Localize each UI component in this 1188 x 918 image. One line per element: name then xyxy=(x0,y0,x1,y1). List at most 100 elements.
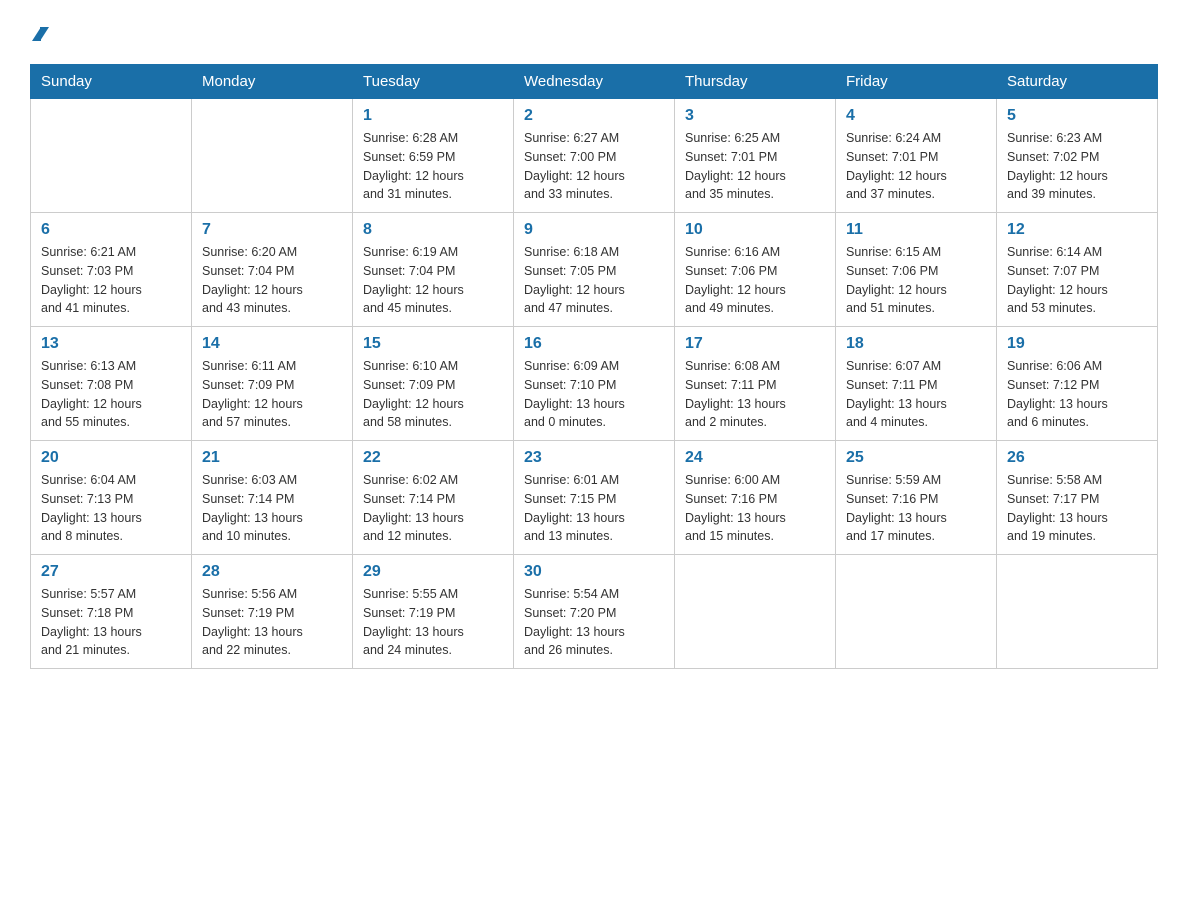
calendar-cell: 30Sunrise: 5:54 AM Sunset: 7:20 PM Dayli… xyxy=(514,555,675,669)
calendar-cell: 23 Sunrise: 6:01 AM Sunset: 7:15 PM Dayli… xyxy=(514,441,675,555)
calendar-cell: 21 Sunrise: 6:03 AM Sunset: 7:14 PM Dayli… xyxy=(192,441,353,555)
day-number: 29 xyxy=(363,563,503,581)
calendar-cell xyxy=(675,555,836,669)
day-number: 11 xyxy=(846,221,986,239)
logo-triangle-icon xyxy=(32,20,49,48)
day-number: 30 xyxy=(524,563,664,581)
day-info: Sunrise: 6:21 AM Sunset: 7:03 PM Dayligh… xyxy=(41,243,181,318)
calendar-cell: 7 Sunrise: 6:20 AM Sunset: 7:04 PM Daylig… xyxy=(192,213,353,327)
calendar-cell: 15Sunrise: 6:10 AM Sunset: 7:09 PM Dayli… xyxy=(353,327,514,441)
weekday-header-monday: Monday xyxy=(192,65,353,99)
calendar-cell: 17 Sunrise: 6:08 AM Sunset: 7:11 PM Dayli… xyxy=(675,327,836,441)
calendar-cell: 10 Sunrise: 6:16 AM Sunset: 7:06 PM Dayli… xyxy=(675,213,836,327)
calendar-cell: 18 Sunrise: 6:07 AM Sunset: 7:11 PM Dayli… xyxy=(836,327,997,441)
weekday-header-thursday: Thursday xyxy=(675,65,836,99)
day-number: 26 xyxy=(1007,449,1147,467)
calendar-cell: 11 Sunrise: 6:15 AM Sunset: 7:06 PM Dayli… xyxy=(836,213,997,327)
calendar-week-row: 13Sunrise: 6:13 AM Sunset: 7:08 PM Dayli… xyxy=(31,327,1158,441)
day-info: Sunrise: 6:23 AM Sunset: 7:02 PM Dayligh… xyxy=(1007,129,1147,204)
calendar-cell: 3Sunrise: 6:25 AM Sunset: 7:01 PM Daylig… xyxy=(675,99,836,213)
weekday-header-friday: Friday xyxy=(836,65,997,99)
calendar-cell: 19 Sunrise: 6:06 AM Sunset: 7:12 PM Dayli… xyxy=(997,327,1158,441)
day-info: Sunrise: 6:28 AM Sunset: 6:59 PM Dayligh… xyxy=(363,129,503,204)
day-number: 15 xyxy=(363,335,503,353)
day-number: 9 xyxy=(524,221,664,239)
day-number: 18 xyxy=(846,335,986,353)
day-info: Sunrise: 6:14 AM Sunset: 7:07 PM Dayligh… xyxy=(1007,243,1147,318)
day-number: 19 xyxy=(1007,335,1147,353)
calendar-cell xyxy=(31,99,192,213)
day-number: 25 xyxy=(846,449,986,467)
calendar-week-row: 27 Sunrise: 5:57 AM Sunset: 7:18 PM Dayli… xyxy=(31,555,1158,669)
calendar-cell: 8 Sunrise: 6:19 AM Sunset: 7:04 PM Daylig… xyxy=(353,213,514,327)
day-info: Sunrise: 6:04 AM Sunset: 7:13 PM Dayligh… xyxy=(41,471,181,546)
page-header xyxy=(30,20,1158,44)
weekday-header-saturday: Saturday xyxy=(997,65,1158,99)
weekday-header-tuesday: Tuesday xyxy=(353,65,514,99)
day-info: Sunrise: 6:06 AM Sunset: 7:12 PM Dayligh… xyxy=(1007,357,1147,432)
calendar-cell: 26 Sunrise: 5:58 AM Sunset: 7:17 PM Dayli… xyxy=(997,441,1158,555)
day-number: 21 xyxy=(202,449,342,467)
day-number: 1 xyxy=(363,107,503,125)
calendar-cell: 16 Sunrise: 6:09 AM Sunset: 7:10 PM Dayli… xyxy=(514,327,675,441)
day-number: 27 xyxy=(41,563,181,581)
calendar-cell: 25 Sunrise: 5:59 AM Sunset: 7:16 PM Dayli… xyxy=(836,441,997,555)
weekday-header-sunday: Sunday xyxy=(31,65,192,99)
calendar-cell: 24 Sunrise: 6:00 AM Sunset: 7:16 PM Dayli… xyxy=(675,441,836,555)
day-info: Sunrise: 6:15 AM Sunset: 7:06 PM Dayligh… xyxy=(846,243,986,318)
day-info: Sunrise: 6:08 AM Sunset: 7:11 PM Dayligh… xyxy=(685,357,825,432)
logo xyxy=(30,20,49,44)
calendar-week-row: 20 Sunrise: 6:04 AM Sunset: 7:13 PM Dayli… xyxy=(31,441,1158,555)
day-number: 7 xyxy=(202,221,342,239)
day-number: 8 xyxy=(363,221,503,239)
day-info: Sunrise: 6:03 AM Sunset: 7:14 PM Dayligh… xyxy=(202,471,342,546)
calendar-week-row: 1 Sunrise: 6:28 AM Sunset: 6:59 PM Daylig… xyxy=(31,99,1158,213)
day-info: Sunrise: 6:02 AM Sunset: 7:14 PM Dayligh… xyxy=(363,471,503,546)
day-info: Sunrise: 6:11 AM Sunset: 7:09 PM Dayligh… xyxy=(202,357,342,432)
calendar-week-row: 6 Sunrise: 6:21 AM Sunset: 7:03 PM Daylig… xyxy=(31,213,1158,327)
day-number: 23 xyxy=(524,449,664,467)
day-info: Sunrise: 6:07 AM Sunset: 7:11 PM Dayligh… xyxy=(846,357,986,432)
day-info: Sunrise: 6:00 AM Sunset: 7:16 PM Dayligh… xyxy=(685,471,825,546)
day-number: 14 xyxy=(202,335,342,353)
calendar-cell: 6 Sunrise: 6:21 AM Sunset: 7:03 PM Daylig… xyxy=(31,213,192,327)
day-info: Sunrise: 6:16 AM Sunset: 7:06 PM Dayligh… xyxy=(685,243,825,318)
day-info: Sunrise: 6:19 AM Sunset: 7:04 PM Dayligh… xyxy=(363,243,503,318)
day-info: Sunrise: 5:56 AM Sunset: 7:19 PM Dayligh… xyxy=(202,585,342,660)
calendar-cell: 20 Sunrise: 6:04 AM Sunset: 7:13 PM Dayli… xyxy=(31,441,192,555)
day-number: 24 xyxy=(685,449,825,467)
calendar-cell xyxy=(836,555,997,669)
day-number: 10 xyxy=(685,221,825,239)
day-number: 13 xyxy=(41,335,181,353)
day-number: 6 xyxy=(41,221,181,239)
calendar-cell: 2 Sunrise: 6:27 AM Sunset: 7:00 PM Daylig… xyxy=(514,99,675,213)
day-info: Sunrise: 6:27 AM Sunset: 7:00 PM Dayligh… xyxy=(524,129,664,204)
calendar-cell xyxy=(192,99,353,213)
calendar-cell xyxy=(997,555,1158,669)
day-number: 28 xyxy=(202,563,342,581)
day-info: Sunrise: 6:25 AM Sunset: 7:01 PM Dayligh… xyxy=(685,129,825,204)
day-info: Sunrise: 6:09 AM Sunset: 7:10 PM Dayligh… xyxy=(524,357,664,432)
day-number: 17 xyxy=(685,335,825,353)
day-info: Sunrise: 6:20 AM Sunset: 7:04 PM Dayligh… xyxy=(202,243,342,318)
calendar-cell: 29 Sunrise: 5:55 AM Sunset: 7:19 PM Dayli… xyxy=(353,555,514,669)
calendar-cell: 1 Sunrise: 6:28 AM Sunset: 6:59 PM Daylig… xyxy=(353,99,514,213)
calendar-cell: 14 Sunrise: 6:11 AM Sunset: 7:09 PM Dayli… xyxy=(192,327,353,441)
day-number: 20 xyxy=(41,449,181,467)
day-info: Sunrise: 5:57 AM Sunset: 7:18 PM Dayligh… xyxy=(41,585,181,660)
day-info: Sunrise: 5:58 AM Sunset: 7:17 PM Dayligh… xyxy=(1007,471,1147,546)
calendar-cell: 27 Sunrise: 5:57 AM Sunset: 7:18 PM Dayli… xyxy=(31,555,192,669)
calendar-cell: 22Sunrise: 6:02 AM Sunset: 7:14 PM Dayli… xyxy=(353,441,514,555)
weekday-header-row: SundayMondayTuesdayWednesdayThursdayFrid… xyxy=(31,65,1158,99)
day-number: 16 xyxy=(524,335,664,353)
calendar-cell: 5 Sunrise: 6:23 AM Sunset: 7:02 PM Daylig… xyxy=(997,99,1158,213)
day-info: Sunrise: 6:18 AM Sunset: 7:05 PM Dayligh… xyxy=(524,243,664,318)
calendar-cell: 4Sunrise: 6:24 AM Sunset: 7:01 PM Daylig… xyxy=(836,99,997,213)
day-number: 2 xyxy=(524,107,664,125)
day-number: 12 xyxy=(1007,221,1147,239)
day-info: Sunrise: 5:59 AM Sunset: 7:16 PM Dayligh… xyxy=(846,471,986,546)
weekday-header-wednesday: Wednesday xyxy=(514,65,675,99)
day-info: Sunrise: 6:01 AM Sunset: 7:15 PM Dayligh… xyxy=(524,471,664,546)
day-info: Sunrise: 5:55 AM Sunset: 7:19 PM Dayligh… xyxy=(363,585,503,660)
day-number: 5 xyxy=(1007,107,1147,125)
